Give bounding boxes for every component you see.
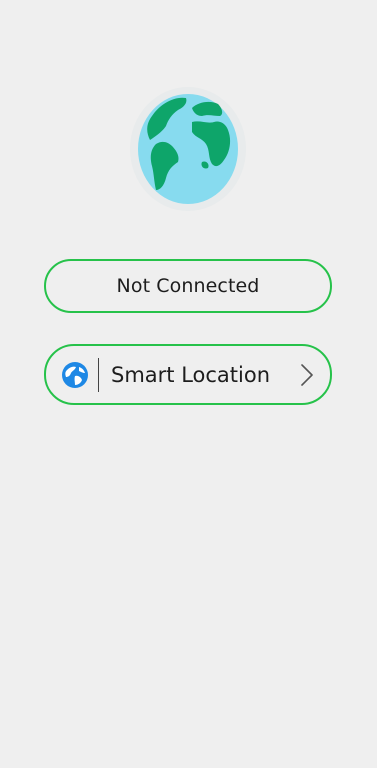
connection-status-button[interactable]: Not Connected: [44, 259, 332, 313]
location-divider: [98, 357, 99, 392]
globe-illustration: [128, 86, 248, 212]
app-screen: Not Connected Smart Location: [0, 0, 377, 768]
smart-location-label: Smart Location: [111, 362, 271, 387]
connection-status-label: Not Connected: [116, 275, 260, 297]
location-globe-icon: [62, 361, 88, 388]
smart-location-button[interactable]: Smart Location: [44, 344, 332, 405]
chevron-right-icon: [301, 363, 313, 386]
globe-icon: [130, 87, 246, 211]
